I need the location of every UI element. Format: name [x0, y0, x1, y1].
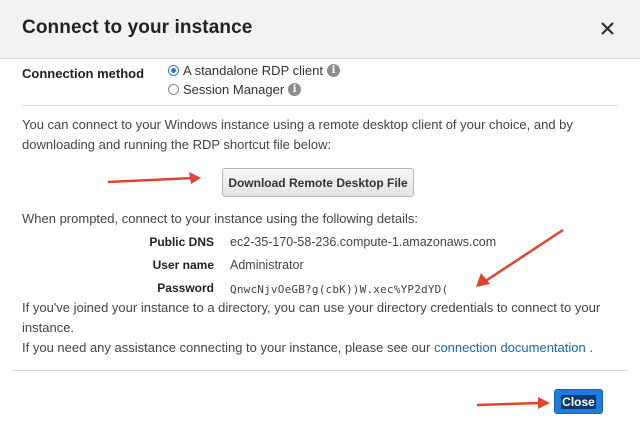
public-dns-label: Public DNS — [149, 235, 214, 249]
dialog-header: Connect to your instance — [0, 0, 640, 59]
radio-option-rdp[interactable]: A standalone RDP client i — [168, 63, 340, 78]
directory-line-1: If you've joined your instance to a dire… — [22, 300, 601, 315]
close-icon[interactable] — [598, 16, 618, 40]
intro-text: You can connect to your Windows instance… — [22, 115, 573, 155]
intro-line-1: You can connect to your Windows instance… — [22, 117, 573, 132]
annotation-arrow-password — [476, 228, 564, 287]
directory-text: If you've joined your instance to a dire… — [22, 298, 600, 338]
radio-option-session-manager[interactable]: Session Manager i — [168, 82, 302, 97]
details-prompt: When prompted, connect to your instance … — [22, 211, 419, 226]
connection-method-label: Connection method — [22, 66, 145, 81]
radio-button-rdp[interactable] — [168, 65, 179, 76]
radio-label-session-manager: Session Manager — [183, 82, 285, 97]
directory-line-2: instance. — [22, 320, 75, 335]
close-button-label: Close — [561, 395, 596, 409]
connection-documentation-link[interactable]: connection documentation — [434, 340, 586, 355]
username-value: Administrator — [230, 258, 304, 272]
radio-label-rdp: A standalone RDP client — [183, 63, 323, 78]
radio-button-session-manager[interactable] — [168, 84, 179, 95]
password-label: Password — [157, 281, 214, 295]
public-dns-value: ec2-35-170-58-236.compute-1.amazonaws.co… — [230, 235, 497, 249]
intro-line-2: downloading and running the RDP shortcut… — [22, 137, 332, 152]
username-label: User name — [152, 258, 214, 272]
info-icon[interactable]: i — [288, 83, 302, 96]
info-icon[interactable]: i — [326, 64, 340, 77]
assistance-sentence: If you need any assistance connecting to… — [22, 340, 431, 355]
download-remote-desktop-file-button[interactable]: Download Remote Desktop File — [222, 168, 414, 197]
close-button[interactable]: Close — [554, 389, 603, 414]
dialog-title: Connect to your instance — [22, 17, 253, 38]
footer-divider — [12, 370, 628, 371]
annotation-arrow-download — [107, 172, 201, 184]
assistance-text: If you need any assistance connecting to… — [22, 338, 593, 358]
password-value: QnwcNjvOeGB?g(cbK))W.xec%YP2dYD( — [230, 283, 449, 296]
section-divider — [22, 105, 618, 106]
annotation-arrow-close — [476, 397, 550, 409]
assistance-period: . — [589, 340, 593, 355]
